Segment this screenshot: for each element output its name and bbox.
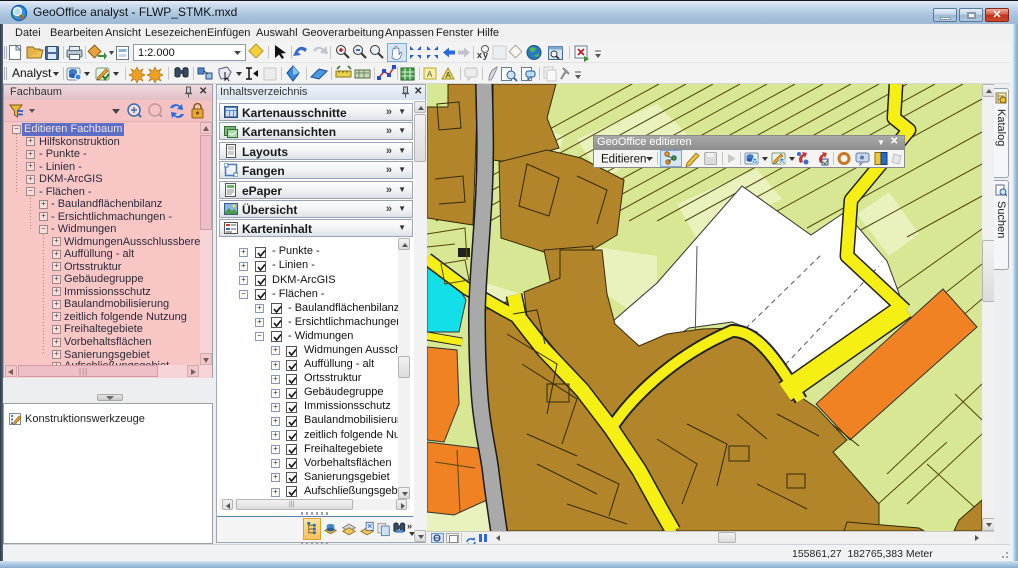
svg-text:Editieren: Editieren <box>601 154 646 166</box>
svg-text:A: A <box>427 70 433 79</box>
svg-text:»: » <box>407 521 412 531</box>
svg-text:x: x <box>477 50 482 60</box>
svg-text:1:2.000: 1:2.000 <box>138 47 175 59</box>
svg-text:Analyst: Analyst <box>12 66 52 80</box>
svg-text:A: A <box>446 71 452 80</box>
